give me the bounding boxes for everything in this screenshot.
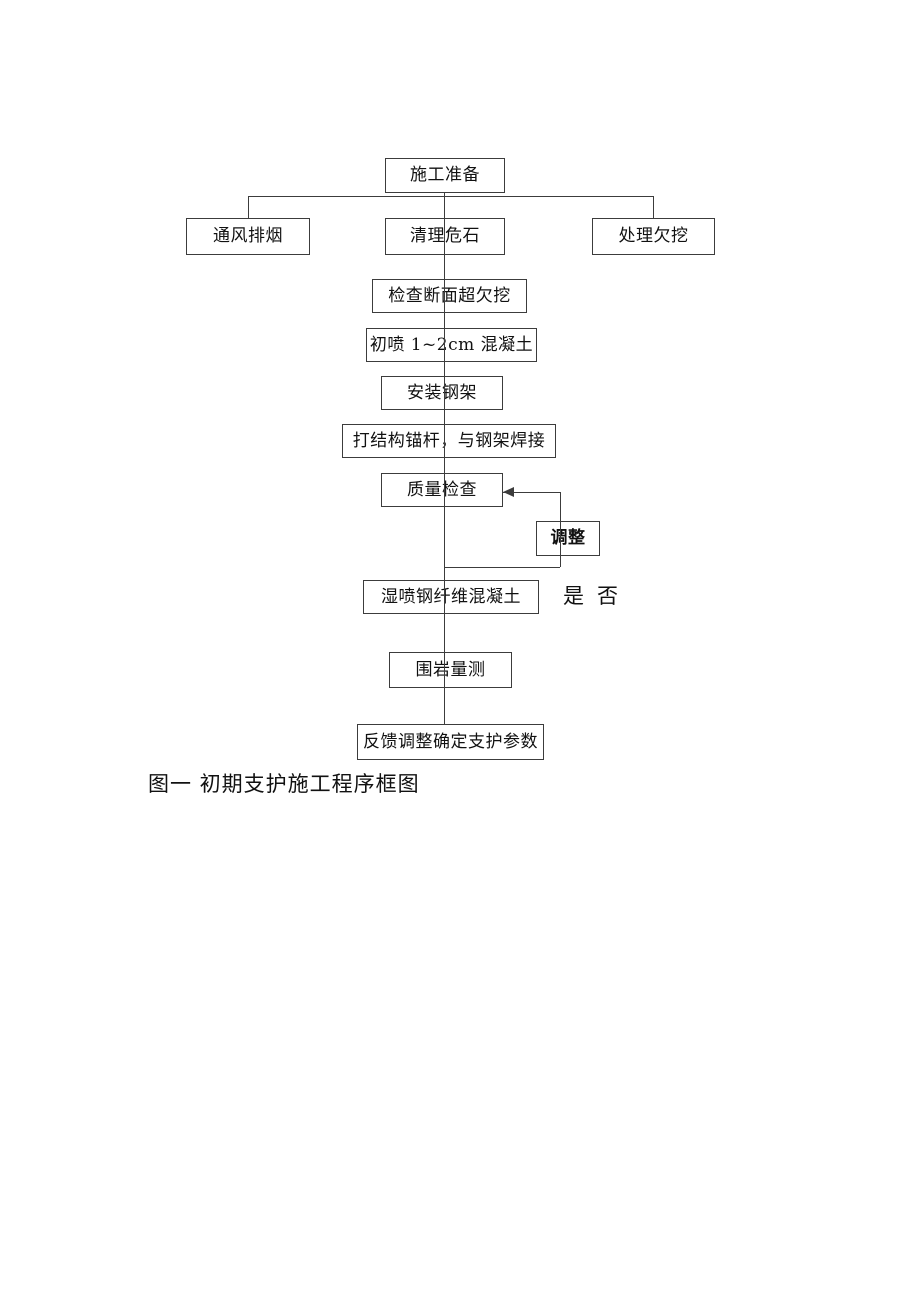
- flow-node-feedback-support-parameters: 反馈调整确定支护参数: [357, 724, 544, 760]
- figure-caption: 图一 初期支护施工程序框图: [148, 772, 420, 796]
- branch-label-no: 否: [597, 584, 618, 608]
- flow-node-inspect-section-over-underbreak: 检查断面超欠挖: [372, 279, 527, 313]
- flowchart-diagram: 施工准备 通风排烟 清理危石 处理欠挖 检查断面超欠挖 初喷 1~2cm 混凝土…: [0, 0, 920, 1302]
- flow-node-ventilation-smoke-exhaust: 通风排烟: [186, 218, 310, 255]
- flow-node-quality-inspection: 质量检查: [381, 473, 503, 507]
- connector-bus-to-underbreak: [653, 196, 654, 218]
- flow-node-surrounding-rock-measurement: 围岩量测: [389, 652, 512, 688]
- flow-node-handle-underbreak: 处理欠挖: [592, 218, 715, 255]
- flow-node-initial-shotcrete: 初喷 1~2cm 混凝土: [366, 328, 537, 362]
- flow-node-install-steel-frame: 安装钢架: [381, 376, 503, 410]
- arrowhead-into-quality-inspection: [503, 487, 514, 497]
- connector-bus-to-ventilation: [248, 196, 249, 218]
- flow-node-adjust: 调整: [536, 521, 600, 556]
- connector-fanout-bus: [248, 196, 654, 197]
- connector-adjust-loop-bottom: [444, 567, 560, 568]
- connector-main-trunk: [444, 193, 445, 724]
- branch-label-yes: 是: [563, 584, 584, 608]
- flow-node-structural-bolt-weld: 打结构锚杆，与钢架焊接: [342, 424, 556, 458]
- flow-node-construction-preparation: 施工准备: [385, 158, 505, 193]
- flow-node-wet-spray-steel-fiber-concrete: 湿喷钢纤维混凝土: [363, 580, 539, 614]
- connector-adjust-loop-riser: [560, 492, 561, 567]
- flow-node-clear-dangerous-rock: 清理危石: [385, 218, 505, 255]
